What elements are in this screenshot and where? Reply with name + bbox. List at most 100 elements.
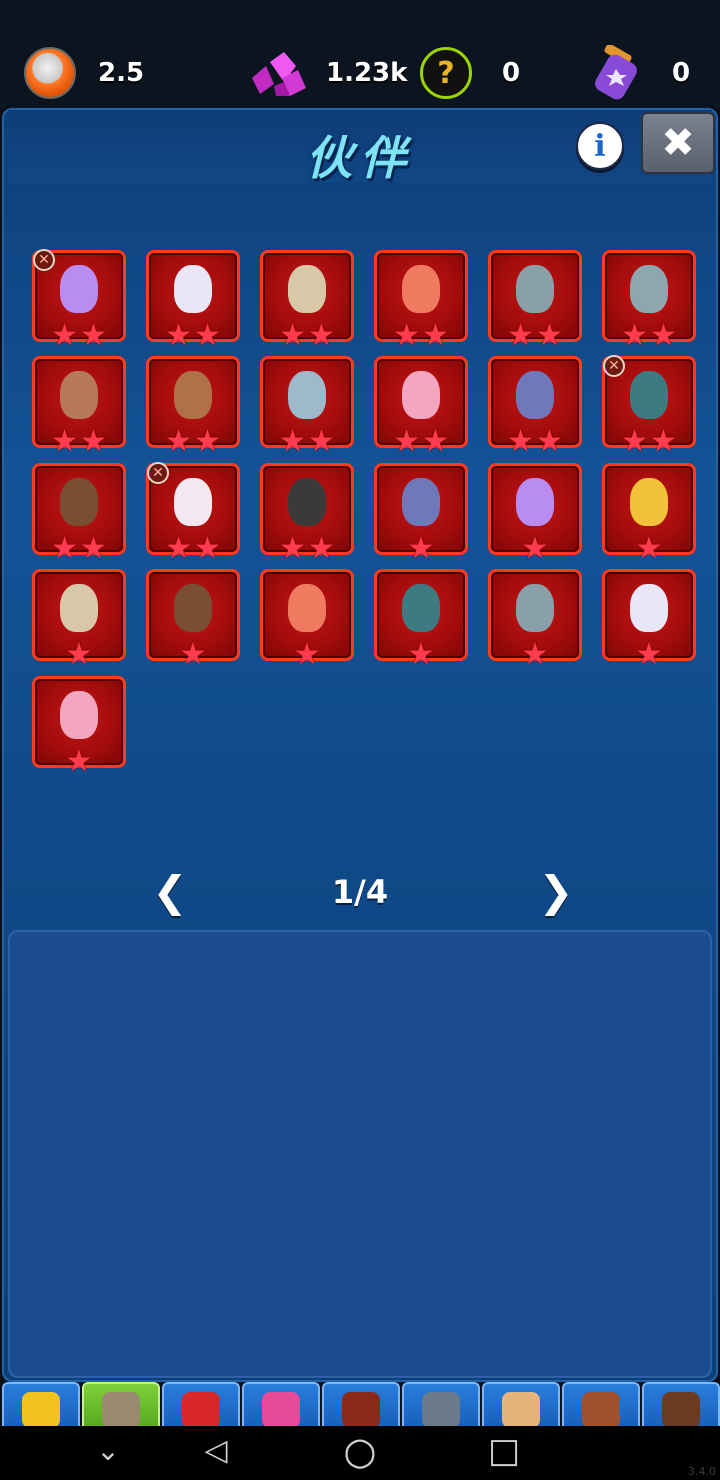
companion-card[interactable]: ★ ★ <box>146 356 240 457</box>
star-icon: ★ <box>507 318 534 353</box>
star-rating: ★ ★ <box>263 427 351 457</box>
locked-badge-icon: ✕ <box>603 355 625 377</box>
next-page-button[interactable]: ❯ <box>536 870 576 914</box>
companion-card[interactable]: ★ <box>260 569 354 670</box>
companion-card[interactable]: ★ ★ <box>32 463 126 564</box>
star-rating: ★ ★ <box>35 321 123 351</box>
star-rating: ★ ★ <box>605 321 693 351</box>
info-button[interactable]: i <box>576 122 624 170</box>
companion-card[interactable]: ★ <box>146 569 240 670</box>
companion-seal-icon <box>630 265 668 314</box>
companion-card[interactable]: ★ <box>602 463 696 564</box>
profile-icon <box>22 1392 60 1428</box>
companion-chick-icon <box>630 478 668 527</box>
companion-ostrich-icon <box>288 478 326 527</box>
nav-recents-button[interactable]: □ <box>482 1432 526 1470</box>
companion-bear-icon <box>402 584 440 633</box>
star-rating: ★ ★ <box>149 534 237 564</box>
companion-card[interactable]: ★ <box>488 569 582 670</box>
star-icon: ★ <box>536 318 563 353</box>
companion-card[interactable]: ★ ★ <box>374 356 468 457</box>
companion-parrot-icon <box>402 265 440 314</box>
companion-purple-bird-icon <box>60 265 98 314</box>
companion-card[interactable]: ★ ★ <box>260 463 354 564</box>
spellbook-icon <box>342 1392 380 1428</box>
companion-card[interactable]: ★ ★ <box>146 250 240 351</box>
close-button[interactable]: ✖ <box>641 112 715 174</box>
companion-purple-bird-icon <box>516 478 554 527</box>
star-rating: ★ ★ <box>605 427 693 457</box>
companion-card[interactable]: ★ ★ <box>32 356 126 457</box>
companion-card[interactable]: ★ <box>32 676 126 777</box>
companion-card[interactable]: ★ <box>374 569 468 670</box>
companion-flamingo-icon <box>60 691 98 740</box>
star-rating: ★ ★ <box>491 321 579 351</box>
star-icon: ★ <box>407 531 435 566</box>
prev-page-button[interactable]: ❮ <box>150 870 190 914</box>
star-rating: ★ <box>377 534 465 564</box>
locked-badge-icon: ✕ <box>147 462 169 484</box>
companion-card[interactable]: ★ <box>602 569 696 670</box>
companion-card[interactable]: ★ ★ <box>374 250 468 351</box>
companion-card[interactable]: ★ ★ ✕ <box>146 462 240 564</box>
star-icon: ★ <box>165 318 192 353</box>
star-rating: ★ <box>35 747 123 777</box>
companion-hippo-icon <box>516 584 554 633</box>
nav-home-button[interactable]: ○ <box>338 1432 382 1470</box>
star-rating: ★ <box>35 640 123 670</box>
star-icon: ★ <box>621 424 648 459</box>
companion-owl-icon <box>288 265 326 314</box>
potion-counter[interactable]: 0 <box>594 40 690 106</box>
star-icon: ★ <box>279 424 306 459</box>
star-icon: ★ <box>80 318 107 353</box>
star-icon: ★ <box>165 424 192 459</box>
star-rating: ★ <box>605 640 693 670</box>
star-icon: ★ <box>179 637 207 672</box>
star-icon: ★ <box>308 318 335 353</box>
companion-card[interactable]: ★ ★ ✕ <box>32 249 126 351</box>
companion-card[interactable]: ★ <box>374 463 468 564</box>
companion-card[interactable]: ★ <box>32 569 126 670</box>
page-indicator: 1/4 <box>331 873 389 911</box>
companion-polar-bear-icon <box>174 265 212 314</box>
companion-card[interactable]: ★ ★ <box>602 250 696 351</box>
nav-down-button[interactable]: ⌄ <box>86 1432 130 1470</box>
star-icon: ★ <box>279 318 306 353</box>
companion-card[interactable]: ★ ★ ✕ <box>602 355 696 457</box>
star-icon: ★ <box>521 531 549 566</box>
star-rating: ★ ★ <box>35 427 123 457</box>
star-icon: ★ <box>308 424 335 459</box>
companion-polar-bear-icon <box>630 584 668 633</box>
star-icon: ★ <box>621 318 648 353</box>
companion-card[interactable]: ★ ★ <box>260 250 354 351</box>
dragon-icon <box>182 1392 220 1428</box>
star-icon: ★ <box>194 318 221 353</box>
nav-back-button[interactable]: ◁ <box>194 1432 238 1470</box>
star-rating: ★ ★ <box>149 427 237 457</box>
companion-card[interactable]: ★ ★ <box>260 356 354 457</box>
pager: ❮ 1/4 ❯ <box>150 870 573 916</box>
gem-counter[interactable]: 1.23k <box>244 40 407 106</box>
star-icon: ★ <box>194 424 221 459</box>
gear-icon <box>662 1392 700 1428</box>
companion-card[interactable]: ★ ★ <box>488 250 582 351</box>
potion-icon <box>595 45 637 100</box>
star-rating: ★ <box>263 640 351 670</box>
star-rating: ★ <box>377 640 465 670</box>
companion-card[interactable]: ★ ★ <box>488 356 582 457</box>
mystery-value: 0 <box>502 58 521 88</box>
star-icon: ★ <box>165 531 192 566</box>
star-icon: ★ <box>65 637 93 672</box>
star-icon: ★ <box>51 318 78 353</box>
star-rating: ★ ★ <box>377 427 465 457</box>
companion-icon <box>102 1392 140 1428</box>
companion-walrus-icon <box>174 371 212 420</box>
star-icon: ★ <box>51 424 78 459</box>
companion-buffalo-icon <box>174 584 212 633</box>
scroll-icon <box>502 1392 540 1428</box>
companion-card[interactable]: ★ <box>488 463 582 564</box>
companion-rhino-icon <box>516 371 554 420</box>
star-icon: ★ <box>635 637 663 672</box>
star-icon: ★ <box>507 424 534 459</box>
star-icon: ★ <box>393 318 420 353</box>
